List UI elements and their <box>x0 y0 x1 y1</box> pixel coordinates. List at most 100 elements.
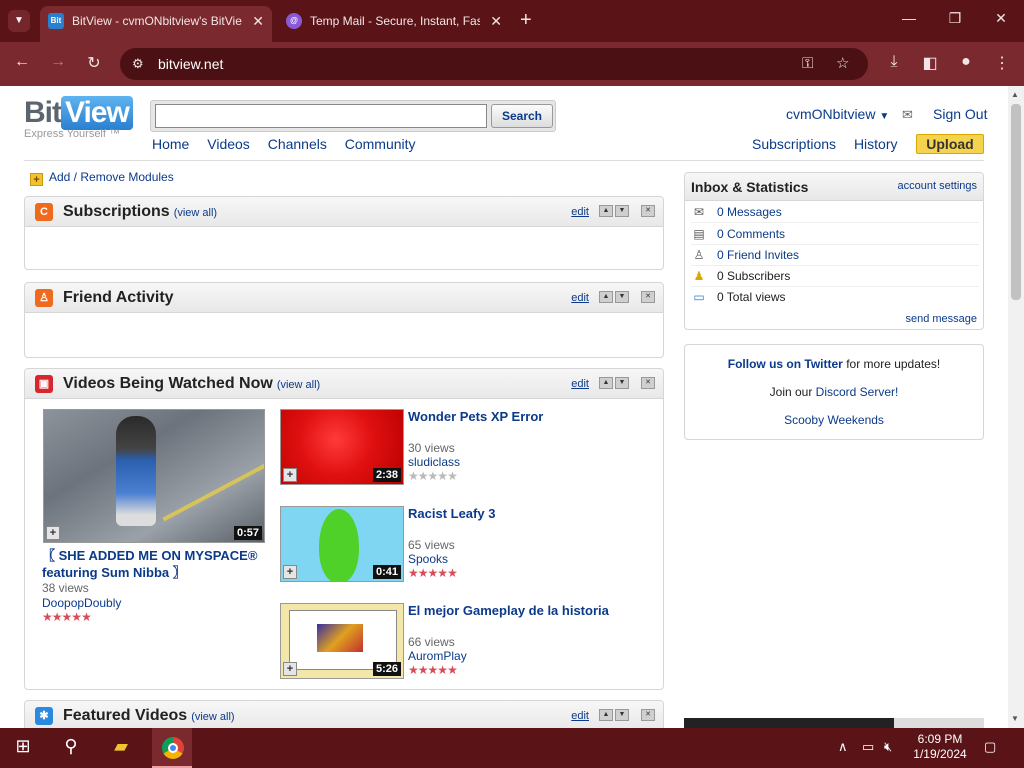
page-viewport: Bit View Express Yourself ™ Search Home V… <box>0 86 1024 728</box>
notifications-icon[interactable]: ▢ <box>984 739 996 755</box>
tray-chevron-icon[interactable]: ∧ <box>838 739 848 755</box>
search-icon[interactable]: ⚲ <box>56 736 86 757</box>
video-thumbnail[interactable]: + 2:38 <box>280 409 404 485</box>
search-button[interactable]: Search <box>491 104 553 128</box>
edit-link[interactable]: edit <box>571 206 589 218</box>
nav-channels[interactable]: Channels <box>268 136 327 152</box>
edit-link[interactable]: edit <box>571 292 589 304</box>
account-settings-link[interactable]: account settings <box>898 180 978 192</box>
featured-video-thumbnail[interactable]: + 0:57 <box>43 409 265 543</box>
scroll-thumb[interactable] <box>1011 104 1021 300</box>
reload-icon[interactable]: ↻ <box>82 53 106 73</box>
side-panel-icon[interactable]: ◧ <box>918 53 942 73</box>
move-up-icon[interactable]: ▲ <box>599 377 613 389</box>
user-menu[interactable]: cvmONbitview ▼ <box>786 106 889 122</box>
tab-tempmail[interactable]: @ Temp Mail - Secure, Instant, Fast ✕ <box>278 6 510 36</box>
upload-button[interactable]: Upload <box>916 134 984 154</box>
rating-star-icon: ★ <box>427 566 439 580</box>
move-up-icon[interactable]: ▲ <box>599 709 613 721</box>
comments-link[interactable]: 0 Comments <box>717 227 785 241</box>
messages-row: ✉ 0 Messages <box>691 202 979 223</box>
tab-bitview[interactable]: Bit BitView - cvmONbitview's BitView ✕ <box>40 6 272 42</box>
sign-out-link[interactable]: Sign Out <box>933 106 987 122</box>
nav-subscriptions[interactable]: Subscriptions <box>752 136 836 152</box>
back-icon[interactable]: ← <box>10 53 34 71</box>
network-icon[interactable]: ▭ <box>862 739 874 755</box>
sparkle-icon: ✱ <box>35 707 53 725</box>
messages-link[interactable]: 0 Messages <box>717 205 782 219</box>
new-tab-icon[interactable]: + <box>520 8 532 32</box>
add-to-quicklist-icon[interactable]: + <box>283 662 297 676</box>
video-thumbnail[interactable]: + 0:41 <box>280 506 404 582</box>
close-module-icon[interactable]: ✕ <box>641 709 655 721</box>
add-modules-link[interactable]: + Add / Remove Modules <box>30 170 174 186</box>
restore-icon[interactable]: ❐ <box>940 10 970 27</box>
nav-community[interactable]: Community <box>345 136 416 152</box>
video-title[interactable]: Racist Leafy 3 <box>408 506 495 521</box>
move-up-icon[interactable]: ▲ <box>599 205 613 217</box>
edit-link[interactable]: edit <box>571 378 589 390</box>
system-clock[interactable]: 6:09 PM 1/19/2024 <box>908 732 972 762</box>
video-views: 30 views <box>408 441 455 455</box>
scroll-down-icon[interactable]: ▼ <box>1011 714 1019 723</box>
close-window-icon[interactable]: ✕ <box>986 10 1016 27</box>
menu-icon[interactable]: ⋮ <box>990 53 1014 73</box>
bitview-logo[interactable]: Bit View Express Yourself ™ <box>24 96 133 140</box>
video-title[interactable]: Wonder Pets XP Error <box>408 409 543 424</box>
nav-videos[interactable]: Videos <box>207 136 250 152</box>
nav-history[interactable]: History <box>854 136 898 152</box>
video-uploader[interactable]: sludiclass <box>408 455 460 469</box>
add-to-quicklist-icon[interactable]: + <box>283 565 297 579</box>
edit-link[interactable]: edit <box>571 710 589 722</box>
close-module-icon[interactable]: ✕ <box>641 205 655 217</box>
close-tab-icon[interactable]: ✕ <box>252 6 264 36</box>
tab-search-icon[interactable]: ▼ <box>8 10 30 32</box>
move-down-icon[interactable]: ▼ <box>615 205 629 217</box>
view-all-link[interactable]: (view all) <box>174 207 217 219</box>
volume-muted-icon[interactable]: 🔇︎ <box>884 739 892 755</box>
move-down-icon[interactable]: ▼ <box>615 291 629 303</box>
forward-icon[interactable]: → <box>46 53 70 71</box>
add-to-quicklist-icon[interactable]: + <box>46 526 60 540</box>
rating-star-icon: ★ <box>447 663 458 677</box>
close-tab-icon[interactable]: ✕ <box>490 6 502 36</box>
key-icon[interactable]: ⚿ <box>802 48 813 80</box>
video-uploader[interactable]: AuromPlay <box>408 649 467 663</box>
friend-invites-link[interactable]: 0 Friend Invites <box>717 248 799 262</box>
profile-icon[interactable]: ● <box>954 53 978 71</box>
view-all-link[interactable]: (view all) <box>277 379 320 391</box>
send-message-link[interactable]: send message <box>905 313 977 325</box>
rating-star-icon: ★ <box>42 610 53 624</box>
download-icon[interactable]: ⤓ <box>882 53 906 71</box>
move-down-icon[interactable]: ▼ <box>615 709 629 721</box>
video-uploader[interactable]: DoopopDoubly <box>42 596 121 610</box>
windows-start-icon[interactable]: ⊞ <box>8 736 38 757</box>
nav-home[interactable]: Home <box>152 136 189 152</box>
minimize-icon[interactable]: — <box>894 10 924 26</box>
discord-link[interactable]: Discord Server! <box>816 385 899 399</box>
tab-title: BitView - cvmONbitview's BitView <box>72 14 242 28</box>
address-bar[interactable]: ⚙ bitview.net ⚿ ☆ <box>120 48 868 80</box>
mail-icon[interactable]: ✉ <box>902 107 913 123</box>
chrome-taskbar-button[interactable] <box>152 728 192 768</box>
move-down-icon[interactable]: ▼ <box>615 377 629 389</box>
file-explorer-icon[interactable]: ▰ <box>106 736 136 757</box>
page-scrollbar[interactable]: ▲ ▼ <box>1008 86 1024 728</box>
site-info-icon[interactable]: ⚙ <box>132 48 144 80</box>
move-up-icon[interactable]: ▲ <box>599 291 613 303</box>
bookmark-star-icon[interactable]: ☆ <box>836 48 849 80</box>
featured-video-title[interactable]: 〖 SHE ADDED ME ON MYSPACE® featuring Sum… <box>42 547 272 581</box>
scooby-link[interactable]: Scooby Weekends <box>784 413 884 427</box>
view-all-link[interactable]: (view all) <box>191 711 234 723</box>
scroll-up-icon[interactable]: ▲ <box>1011 90 1019 99</box>
close-module-icon[interactable]: ✕ <box>641 377 655 389</box>
video-title[interactable]: El mejor Gameplay de la historia <box>408 603 609 618</box>
video-thumbnail[interactable]: + 5:26 <box>280 603 404 679</box>
search-input[interactable] <box>155 104 487 128</box>
username: cvmONbitview <box>786 106 876 122</box>
video-uploader[interactable]: Spooks <box>408 552 448 566</box>
person-icon: ♙ <box>693 248 705 262</box>
close-module-icon[interactable]: ✕ <box>641 291 655 303</box>
add-to-quicklist-icon[interactable]: + <box>283 468 297 482</box>
twitter-link[interactable]: Follow us on Twitter <box>728 357 843 371</box>
